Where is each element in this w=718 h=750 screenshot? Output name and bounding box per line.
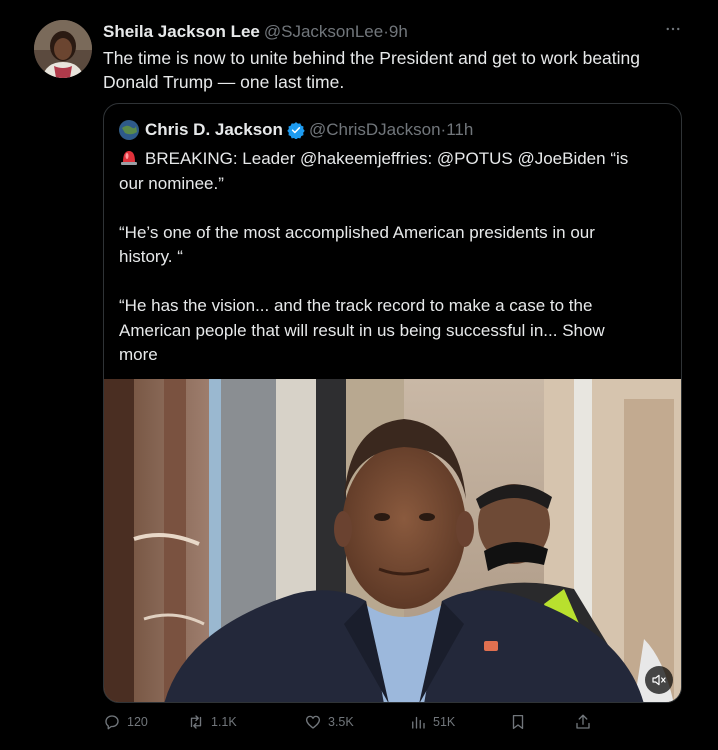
quote-text-line: American people that will result in us b… xyxy=(119,320,558,340)
show-more-link[interactable]: Show xyxy=(562,321,605,340)
author-avatar[interactable] xyxy=(34,20,92,78)
siren-emoji-icon xyxy=(121,151,137,165)
author-name[interactable]: Sheila Jackson Lee xyxy=(103,22,260,42)
heart-icon xyxy=(305,715,321,729)
post-text-line: The time is now to unite behind the Pres… xyxy=(103,48,640,68)
bookmark-button[interactable] xyxy=(509,713,527,731)
post-header: Sheila Jackson Lee @SJacksonLee · 9h xyxy=(103,22,678,46)
share-button[interactable] xyxy=(574,713,592,731)
repost-button[interactable]: 1.1K xyxy=(187,713,237,731)
like-count: 3.5K xyxy=(328,715,354,729)
quote-text-line: “He has the vision... and the track reco… xyxy=(119,296,593,315)
video-frame xyxy=(104,379,681,702)
video-player[interactable] xyxy=(104,379,681,702)
like-button[interactable]: 3.5K xyxy=(304,713,354,731)
quote-text-line: “He’s one of the most accomplished Ameri… xyxy=(119,222,595,242)
quote-text-line: history. “ xyxy=(119,247,183,266)
mute-icon[interactable] xyxy=(645,666,673,694)
quote-author-avatar[interactable] xyxy=(119,120,139,140)
post-text: The time is now to unite behind the Pres… xyxy=(103,46,693,94)
quote-author-handle[interactable]: @ChrisDJackson xyxy=(309,120,441,140)
repost-icon xyxy=(190,715,202,729)
post-text-line: Donald Trump — one last time. xyxy=(103,72,345,92)
verified-badge-icon xyxy=(287,122,305,139)
reply-count: 120 xyxy=(127,715,148,729)
views-button[interactable]: 51K xyxy=(409,713,455,731)
quote-time[interactable]: 11h xyxy=(446,120,473,140)
repost-count: 1.1K xyxy=(211,715,237,729)
show-more-link[interactable]: more xyxy=(119,343,667,368)
quote-text-line: our nominee.” xyxy=(119,173,224,193)
post-time[interactable]: 9h xyxy=(389,22,408,42)
more-options-icon[interactable] xyxy=(664,20,682,43)
bookmark-icon xyxy=(512,714,524,730)
reply-button[interactable]: 120 xyxy=(103,713,148,731)
quote-header: Chris D. Jackson @ChrisDJackson · 11h xyxy=(119,120,473,140)
views-count: 51K xyxy=(433,715,456,729)
quoted-tweet[interactable]: Chris D. Jackson @ChrisDJackson · 11h BR… xyxy=(103,103,682,703)
quote-text-line: BREAKING: Leader @hakeemjeffries: @POTUS… xyxy=(145,149,629,168)
views-bar-chart-icon xyxy=(412,716,425,729)
reply-icon xyxy=(105,715,119,730)
action-bar: 120 1.1K 3.5K 51K xyxy=(103,711,603,733)
share-icon xyxy=(576,714,590,729)
quote-text: BREAKING: Leader @hakeemjeffries: @POTUS… xyxy=(119,147,667,368)
tweet[interactable]: Sheila Jackson Lee @SJacksonLee · 9h The… xyxy=(0,0,718,750)
quote-author-name[interactable]: Chris D. Jackson xyxy=(145,120,283,140)
author-handle[interactable]: @SJacksonLee xyxy=(264,22,383,42)
